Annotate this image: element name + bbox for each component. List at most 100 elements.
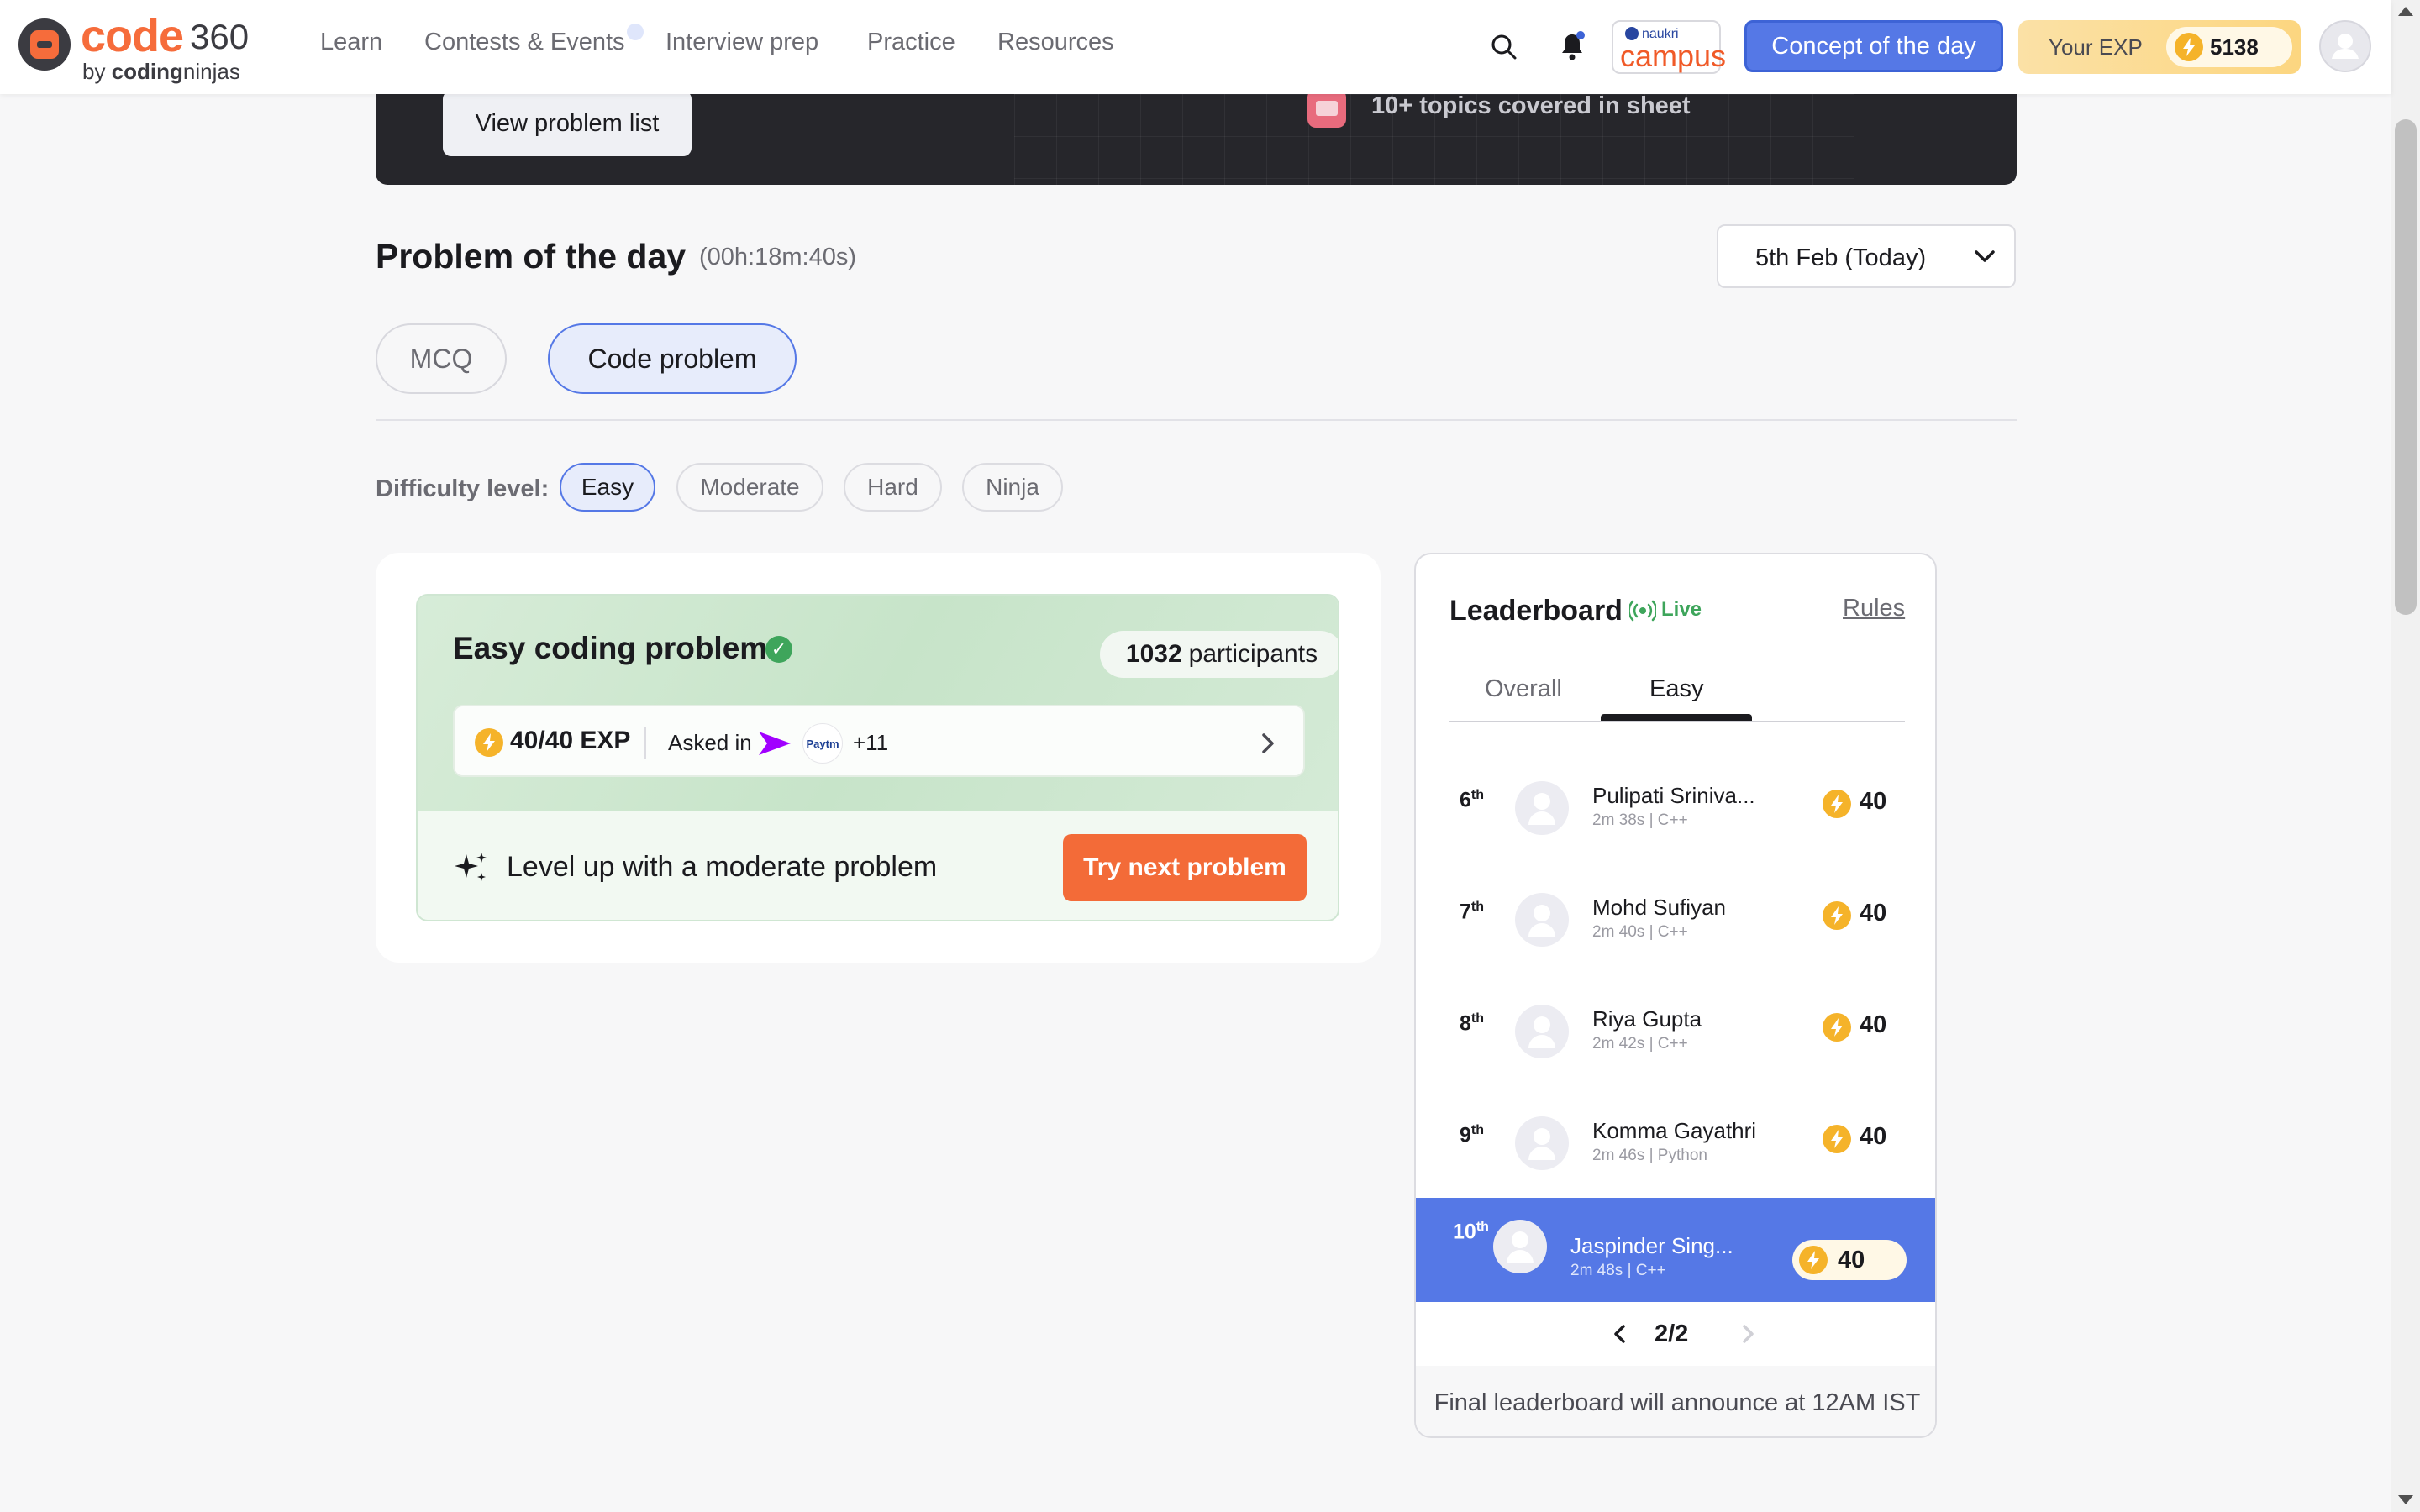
live-label: Live <box>1661 598 1702 621</box>
user-name: Riya Gupta <box>1592 1006 1702 1032</box>
chevron-right-icon <box>1262 733 1274 753</box>
profile-avatar[interactable] <box>2319 20 2371 72</box>
search-icon[interactable] <box>1489 32 1519 62</box>
concept-of-the-day-button[interactable]: Concept of the day <box>1744 20 2003 72</box>
user-meta: 2m 40s | C++ <box>1592 923 1688 941</box>
tab-mcq[interactable]: MCQ <box>376 323 507 394</box>
user-name: Pulipati Sriniva... <box>1592 783 1755 808</box>
lightning-icon <box>2175 33 2203 61</box>
logo-mark-icon <box>18 18 71 71</box>
scroll-up-arrow-icon[interactable] <box>2398 7 2413 16</box>
view-problem-list-button[interactable]: View problem list <box>443 91 692 156</box>
lightning-icon <box>475 728 503 757</box>
chevron-left-icon[interactable] <box>1612 1324 1628 1344</box>
more-companies-count: +11 <box>853 730 889 755</box>
lightning-icon <box>1823 1125 1851 1153</box>
countdown-timer: (00h:18m:40s) <box>699 244 856 270</box>
nav-learn[interactable]: Learn <box>320 29 382 56</box>
difficulty-ninja-chip[interactable]: Ninja <box>962 463 1063 512</box>
user-score: 40 <box>1860 1011 1887 1038</box>
date-select[interactable]: 5th Feb (Today) <box>1717 224 2016 288</box>
user-name: Jaspinder Sing... <box>1570 1233 1733 1258</box>
tabs-underline <box>1449 721 1905 722</box>
leaderboard-row[interactable]: 7th Mohd Sufiyan 2m 40s | C++ 40 <box>1416 878 1935 982</box>
rules-link[interactable]: Rules <box>1843 595 1905 622</box>
avatar <box>1515 893 1569 947</box>
leaderboard-pagination: 2/2 <box>1416 1312 1935 1354</box>
exp-badge[interactable]: Your EXP 5138 <box>2018 20 2301 74</box>
rank: 10th <box>1453 1220 1489 1244</box>
user-score: 40 <box>1860 900 1887 927</box>
tab-code-problem[interactable]: Code problem <box>548 323 797 394</box>
nav-interview-prep[interactable]: Interview prep <box>666 29 818 56</box>
page-indicator: 2/2 <box>1655 1320 1689 1347</box>
problem-title[interactable]: Easy coding problem <box>453 631 767 666</box>
problem-card-header-bg <box>418 596 1338 811</box>
naukri-campus-button[interactable]: naukri campus <box>1612 20 1726 74</box>
nav-resources[interactable]: Resources <box>997 29 1114 56</box>
difficulty-moderate-chip[interactable]: Moderate <box>676 463 823 512</box>
exp-value: 5138 <box>2210 34 2259 60</box>
nav-contests-events[interactable]: Contests & Events <box>424 29 625 56</box>
lightning-icon <box>1799 1246 1828 1274</box>
leaderboard-panel: Leaderboard Live Rules Overall Easy 6th … <box>1414 553 1937 1438</box>
solved-check-icon: ✓ <box>765 636 792 663</box>
difficulty-easy-chip[interactable]: Easy <box>560 463 655 512</box>
problem-info-row[interactable]: 40/40 EXP Asked in Paytm +11 <box>453 705 1305 777</box>
leaderboard-row[interactable]: 8th Riya Gupta 2m 42s | C++ 40 <box>1416 990 1935 1094</box>
user-score: 40 <box>1860 788 1887 815</box>
try-next-problem-button[interactable]: Try next problem <box>1063 834 1307 901</box>
user-name: Komma Gayathri <box>1592 1118 1757 1143</box>
live-broadcast-icon <box>1629 600 1656 622</box>
topics-covered-text: 10+ topics covered in sheet <box>1371 92 1691 119</box>
info-separator <box>644 727 646 759</box>
code360-logo[interactable]: code 360 by codingninjas <box>18 11 254 84</box>
exp-label: Your EXP <box>2049 34 2143 60</box>
user-score: 40 <box>1838 1247 1865 1273</box>
problem-exp: 40/40 EXP <box>510 727 631 754</box>
user-meta: 2m 48s | C++ <box>1570 1262 1666 1279</box>
leaderboard-row[interactable]: 6th Pulipati Sriniva... 2m 38s | C++ 40 <box>1416 766 1935 870</box>
lightning-icon <box>1823 1013 1851 1042</box>
lightning-icon <box>1823 790 1851 818</box>
scrollbar-thumb[interactable] <box>2395 119 2417 615</box>
date-select-value: 5th Feb (Today) <box>1755 244 1927 271</box>
user-name: Mohd Sufiyan <box>1592 895 1726 920</box>
current-user-row[interactable]: 10th Jaspinder Sing... 2m 48s | C++ 40 <box>1416 1198 1935 1302</box>
chevron-right-icon[interactable] <box>1740 1324 1755 1344</box>
asked-in-label: Asked in <box>668 730 752 755</box>
logo-360-text: 360 <box>190 17 250 56</box>
nav-practice[interactable]: Practice <box>867 29 955 56</box>
avatar <box>1515 781 1569 835</box>
difficulty-hard-chip[interactable]: Hard <box>844 463 942 512</box>
chevron-down-icon <box>1975 250 1995 262</box>
new-indicator-dot <box>627 24 644 40</box>
logo-byline: by codingninjas <box>82 59 240 84</box>
rank: 6th <box>1460 788 1485 812</box>
scroll-down-arrow-icon[interactable] <box>2398 1495 2413 1504</box>
lightning-icon <box>1823 901 1851 930</box>
user-meta: 2m 38s | C++ <box>1592 811 1688 829</box>
avatar <box>1493 1220 1547 1273</box>
rank: 8th <box>1460 1011 1485 1036</box>
user-score: 40 <box>1860 1123 1887 1150</box>
exp-value-pill: 5138 <box>2166 27 2292 67</box>
logo-code-text: code <box>81 11 184 61</box>
notification-bell-icon[interactable] <box>1556 30 1588 62</box>
accenture-logo-icon <box>759 732 791 755</box>
section-divider <box>376 419 2017 421</box>
avatar <box>1515 1116 1569 1170</box>
book-icon <box>1307 89 1346 128</box>
leaderboard-row[interactable]: 9th Komma Gayathri 2m 46s | Python 40 <box>1416 1101 1935 1205</box>
rank: 7th <box>1460 900 1485 924</box>
active-tab-indicator <box>1601 714 1752 721</box>
participants-badge: 1032 participants <box>1100 631 1338 678</box>
tab-easy[interactable]: Easy <box>1649 675 1703 703</box>
user-meta: 2m 42s | C++ <box>1592 1035 1688 1053</box>
difficulty-label: Difficulty level: <box>376 475 550 502</box>
leaderboard-footer-note: Final leaderboard will announce at 12AM … <box>1416 1366 1935 1436</box>
user-meta: 2m 46s | Python <box>1592 1147 1707 1164</box>
avatar <box>1515 1005 1569 1058</box>
page-title: Problem of the day <box>376 237 687 276</box>
tab-overall[interactable]: Overall <box>1485 675 1562 703</box>
